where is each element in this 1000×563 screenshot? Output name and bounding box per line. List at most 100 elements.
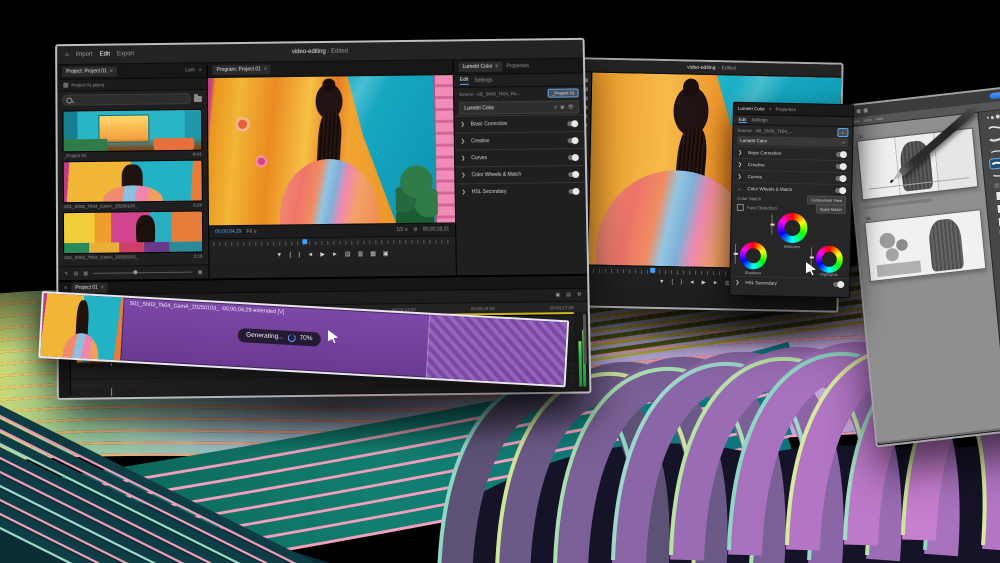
linked-selection-icon[interactable]: ▤: [566, 292, 571, 298]
bin-toolbar: ✎ ▤ ▦ ▣: [58, 264, 208, 280]
section-basic-correction[interactable]: ❯ Basic Correction: [454, 114, 584, 132]
step-back-icon[interactable]: ◄: [307, 252, 313, 258]
mark-out-icon[interactable]: }: [298, 252, 300, 258]
tab-lumetri-color[interactable]: Lumetri Color≡: [459, 62, 503, 72]
shadows-wheel[interactable]: [740, 242, 768, 270]
tab-overflow[interactable]: Lum: [185, 67, 195, 73]
subtab-settings[interactable]: Settings: [474, 78, 492, 84]
new-bin-icon[interactable]: [194, 95, 202, 101]
section-toggle[interactable]: [568, 155, 579, 160]
face-detection-checkbox[interactable]: [737, 204, 744, 211]
playhead-marker[interactable]: [303, 239, 308, 244]
list-view-icon[interactable]: ▤: [73, 271, 78, 277]
comparison-view-button[interactable]: Comparison View: [807, 195, 846, 205]
menu-import[interactable]: Import: [76, 52, 93, 58]
panel-menu-icon[interactable]: »: [199, 67, 202, 73]
section-toggle[interactable]: [567, 121, 578, 126]
settings-wrench-icon[interactable]: ⚙: [413, 227, 418, 233]
menu-export[interactable]: Export: [117, 51, 134, 57]
tool-icons-row[interactable]: [994, 180, 1000, 188]
tool-icon[interactable]: [856, 109, 860, 113]
subtab-edit[interactable]: Edit: [739, 116, 747, 122]
swatch-1[interactable]: [995, 188, 1000, 201]
step-forward-icon[interactable]: ►: [332, 251, 338, 257]
section-toggle[interactable]: [836, 152, 847, 157]
section-creative[interactable]: ❯ Creative: [455, 131, 585, 149]
tab-project[interactable]: Project: Project 01≡: [62, 66, 117, 77]
marker-icon[interactable]: ▼: [659, 280, 665, 286]
highlights-slider[interactable]: [811, 247, 812, 267]
lift-icon[interactable]: ▤: [345, 251, 351, 257]
section-toggle[interactable]: [568, 171, 579, 176]
mark-out-icon[interactable]: }: [680, 280, 682, 286]
brush-preset-1[interactable]: [986, 120, 1000, 132]
section-toggle[interactable]: [836, 164, 847, 169]
section-toggle[interactable]: [835, 188, 846, 193]
section-color-wheels[interactable]: ❯ Color Wheels & Match: [455, 165, 585, 184]
bin-item[interactable]: _Project 018;03: [62, 109, 202, 158]
search-input[interactable]: [62, 93, 191, 105]
play-icon[interactable]: ▶: [320, 251, 325, 257]
bin-item[interactable]: S01_Sh01_Tk04_CamA_20250103_3;19: [63, 210, 203, 260]
source-label: Source · AB_Sh05_Tk04_Ra...: [459, 91, 545, 97]
tool-icon[interactable]: [863, 108, 867, 112]
play-icon[interactable]: ▶: [702, 281, 706, 287]
menu-edit[interactable]: Edit: [100, 52, 110, 58]
timeline-settings-icon[interactable]: ⚒: [577, 292, 582, 298]
subtab-settings[interactable]: Settings: [751, 117, 767, 122]
tab-properties[interactable]: Properties: [506, 63, 529, 69]
playhead-marker[interactable]: [650, 268, 655, 273]
shadows-slider[interactable]: [735, 244, 736, 264]
close-icon[interactable]: ×: [769, 107, 772, 112]
tab-properties[interactable]: Properties: [776, 107, 797, 112]
section-toggle[interactable]: [567, 138, 578, 143]
brush-preset-selected[interactable]: [990, 156, 1000, 168]
mark-in-icon[interactable]: {: [289, 252, 291, 258]
face-icon[interactable]: ◉: [560, 104, 564, 110]
export-frame-icon[interactable]: ▦: [370, 251, 376, 257]
home-icon[interactable]: ⌂: [65, 52, 69, 58]
clip-chip[interactable]: ⌕: [838, 127, 849, 136]
eye-icon[interactable]: 👁: [567, 104, 573, 110]
menu-item-icon[interactable]: [875, 118, 883, 121]
section-hsl-secondary[interactable]: ❯ HSL Secondary: [730, 276, 849, 290]
automate-icon[interactable]: ▣: [198, 269, 203, 275]
extract-icon[interactable]: ▥: [358, 251, 364, 257]
grid-view-icon[interactable]: ▦: [83, 270, 88, 276]
brush-preset-2[interactable]: [988, 132, 1000, 144]
snap-icon[interactable]: ▣: [555, 292, 560, 298]
section-toggle[interactable]: [568, 188, 579, 193]
menu-item-icon[interactable]: [864, 119, 872, 122]
proxy-icon[interactable]: ▣: [383, 251, 389, 257]
tab-sequence[interactable]: Project 01×: [71, 283, 108, 293]
section-toggle[interactable]: [835, 176, 846, 181]
section-toggle[interactable]: [833, 282, 844, 287]
midtones-wheel[interactable]: [777, 213, 808, 244]
preset-dropdown[interactable]: Lumetri Color ∨ ◉ 👁: [459, 100, 579, 114]
bin-item[interactable]: S01_Sh05_Tk04_CamA_20250103_6;28: [63, 160, 203, 210]
step-forward-icon[interactable]: ►: [713, 281, 719, 287]
zoom-select[interactable]: Fit ∨: [247, 229, 258, 235]
clip-chip[interactable]: _Project 01: [548, 88, 579, 97]
step-back-icon[interactable]: ◄: [689, 280, 695, 286]
playback-resolution-select[interactable]: 1/2 ∨: [396, 227, 408, 233]
plant: [395, 164, 438, 226]
brush-size-row[interactable]: [987, 112, 1000, 121]
subtab-edit[interactable]: Edit: [460, 77, 469, 85]
brush-preset-4[interactable]: [991, 168, 1000, 180]
section-hsl-secondary[interactable]: ❯ HSL Secondary: [455, 182, 585, 201]
brush-preset-3[interactable]: [989, 144, 1000, 156]
section-curves[interactable]: ❯ Curves: [455, 148, 585, 167]
tab-program[interactable]: Program: Project 01×: [213, 64, 271, 75]
mark-in-icon[interactable]: {: [671, 280, 673, 286]
midtones-slider[interactable]: [771, 215, 772, 235]
storyboard-frame-2[interactable]: [864, 209, 986, 282]
swatch-2[interactable]: [996, 201, 1000, 214]
highlights-wheel[interactable]: [815, 246, 843, 274]
thumbnail-size-slider[interactable]: [93, 272, 193, 274]
panel-menu-icon[interactable]: ≡: [64, 285, 67, 291]
tab-lumetri-color[interactable]: Lumetri Color: [738, 106, 765, 112]
marker-icon[interactable]: ▼: [276, 252, 282, 258]
primary-action-button[interactable]: [990, 91, 1000, 99]
edit-icon[interactable]: ✎: [64, 271, 68, 277]
